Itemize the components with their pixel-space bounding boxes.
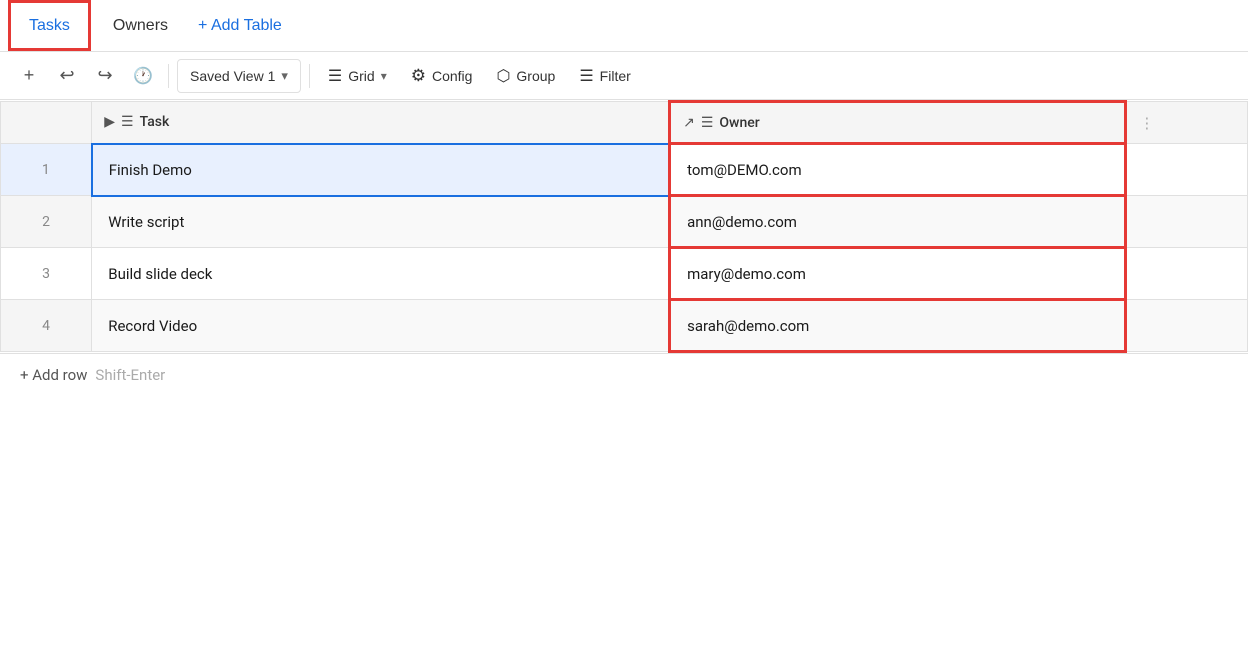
extra-cell xyxy=(1126,196,1248,248)
add-icon: + xyxy=(24,65,35,86)
extra-cell xyxy=(1126,300,1248,352)
toolbar-divider xyxy=(168,64,169,88)
add-button[interactable]: + xyxy=(12,59,46,93)
grid-container: ▶ ☰ Task ↗ ☰ Owner ⋮ xyxy=(0,100,1248,396)
owner-cell[interactable]: sarah@demo.com xyxy=(670,300,1126,352)
tab-owners-label: Owners xyxy=(113,17,168,35)
task-cell[interactable]: Finish Demo xyxy=(92,144,670,196)
task-cell[interactable]: Build slide deck xyxy=(92,248,670,300)
task-cell[interactable]: Record Video xyxy=(92,300,670,352)
task-cell[interactable]: Write script xyxy=(92,196,670,248)
task-column-header[interactable]: ▶ ☰ Task xyxy=(92,102,670,144)
row-number: 3 xyxy=(1,248,92,300)
tab-owners[interactable]: Owners xyxy=(95,0,186,51)
row-number: 1 xyxy=(1,144,92,196)
tab-tasks[interactable]: Tasks xyxy=(8,0,91,51)
table-row[interactable]: 2Write scriptann@demo.com xyxy=(1,196,1248,248)
toolbar-divider-2 xyxy=(309,64,310,88)
grid-label: Grid xyxy=(348,68,374,84)
grid-button[interactable]: ☰ Grid ▾ xyxy=(318,59,397,93)
table-row[interactable]: 1Finish Demotom@DEMO.com xyxy=(1,144,1248,196)
group-icon: ⬡ xyxy=(496,66,510,86)
group-label: Group xyxy=(516,68,555,84)
grid-icon: ☰ xyxy=(328,66,342,86)
add-row-shortcut: Shift-Enter xyxy=(95,366,165,384)
owner-column-header[interactable]: ↗ ☰ Owner xyxy=(670,102,1126,144)
add-table-button[interactable]: + Add Table xyxy=(186,17,294,35)
extra-col-icon: ⋮ xyxy=(1139,114,1154,132)
owner-cell[interactable]: tom@DEMO.com xyxy=(670,144,1126,196)
owner-col-list-icon: ☰ xyxy=(701,115,714,131)
toolbar: + ↩ ↪ 🕐 Saved View 1 ▾ ☰ Grid ▾ ⚙ Config… xyxy=(0,52,1248,100)
owner-col-sort-icon: ↗ xyxy=(683,115,695,131)
history-icon: 🕐 xyxy=(133,66,153,86)
table-row[interactable]: 4Record Videosarah@demo.com xyxy=(1,300,1248,352)
undo-button[interactable]: ↩ xyxy=(50,59,84,93)
filter-icon: ☰ xyxy=(579,66,593,86)
add-row-button[interactable]: + Add row Shift-Enter xyxy=(0,353,1248,396)
undo-icon: ↩ xyxy=(59,65,74,86)
group-button[interactable]: ⬡ Group xyxy=(486,59,565,93)
row-num-header xyxy=(1,102,92,144)
tab-bar: Tasks Owners + Add Table xyxy=(0,0,1248,52)
owner-col-label: Owner xyxy=(719,115,759,131)
grid-dropdown-icon: ▾ xyxy=(381,69,387,83)
config-icon: ⚙ xyxy=(411,66,426,86)
redo-icon: ↪ xyxy=(97,65,112,86)
config-button[interactable]: ⚙ Config xyxy=(401,59,483,93)
row-number: 2 xyxy=(1,196,92,248)
task-col-list-icon: ☰ xyxy=(121,114,134,130)
row-number: 4 xyxy=(1,300,92,352)
saved-view-label: Saved View 1 xyxy=(190,68,275,84)
table-row[interactable]: 3Build slide deckmary@demo.com xyxy=(1,248,1248,300)
redo-button[interactable]: ↪ xyxy=(88,59,122,93)
owner-cell[interactable]: mary@demo.com xyxy=(670,248,1126,300)
dropdown-icon: ▾ xyxy=(281,68,288,84)
history-button[interactable]: 🕐 xyxy=(126,59,160,93)
extra-cell xyxy=(1126,144,1248,196)
extra-col-header: ⋮ xyxy=(1126,102,1248,144)
filter-label: Filter xyxy=(600,68,631,84)
filter-button[interactable]: ☰ Filter xyxy=(569,59,640,93)
task-col-label: Task xyxy=(140,114,170,130)
data-table: ▶ ☰ Task ↗ ☰ Owner ⋮ xyxy=(0,100,1248,353)
config-label: Config xyxy=(432,68,472,84)
extra-cell xyxy=(1126,248,1248,300)
add-table-label: + Add Table xyxy=(198,17,282,35)
add-row-label: + Add row xyxy=(20,366,87,384)
task-col-arrow-icon: ▶ xyxy=(104,114,115,130)
owner-cell[interactable]: ann@demo.com xyxy=(670,196,1126,248)
tab-tasks-label: Tasks xyxy=(29,17,70,35)
saved-view-button[interactable]: Saved View 1 ▾ xyxy=(177,59,301,93)
